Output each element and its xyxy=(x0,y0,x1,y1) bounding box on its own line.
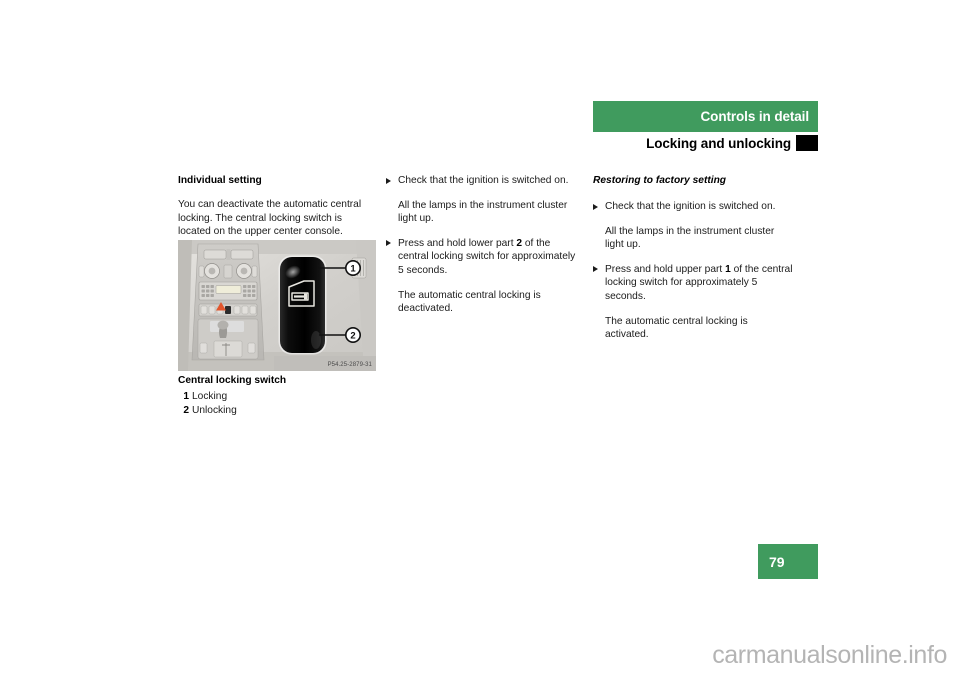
step-result: All the lamps in the instrument cluster … xyxy=(398,199,568,225)
figure-image-code: P54.25-2879-31 xyxy=(327,362,372,368)
right-column-heading: Restoring to factory setting xyxy=(593,175,727,186)
column-left: Individual setting You can deactivate th… xyxy=(178,174,376,239)
figure-caption: Central locking switch xyxy=(178,375,287,386)
bullet-arrow-icon xyxy=(593,203,598,210)
step-text: Check that the ignition is switched on. xyxy=(398,175,569,186)
central-locking-switch-graphic xyxy=(278,255,327,355)
step-text-before: Press and hold lower part xyxy=(398,237,517,249)
chapter-title-bar: Controls in detail xyxy=(593,101,818,132)
step-result: The automatic central locking is deactiv… xyxy=(398,289,541,315)
instruction-step: Check that the ignition is switched on. xyxy=(593,200,793,214)
column-middle: Check that the ignition is switched on. … xyxy=(386,174,582,316)
column-right: Restoring to factory setting Check that … xyxy=(593,174,793,342)
site-watermark: carmanualsonline.info xyxy=(712,641,947,669)
legend-item: 2 Unlocking xyxy=(178,404,376,418)
legend-label: Unlocking xyxy=(192,405,237,416)
step-result: All the lamps in the instrument cluster … xyxy=(605,225,775,251)
chapter-title: Controls in detail xyxy=(700,108,810,124)
instruction-step: Check that the ignition is switched on. xyxy=(386,174,582,188)
bullet-arrow-icon xyxy=(593,266,598,273)
instruction-step: Press and hold lower part 2 of the centr… xyxy=(386,237,582,278)
page-number: 79 xyxy=(769,553,785,570)
page-number-box: 79 xyxy=(758,544,818,579)
section-thumb-tab xyxy=(796,135,818,151)
legend-number: 1 xyxy=(183,391,189,402)
central-locking-switch-figure: 1 2 P54.25-2879-31 xyxy=(178,240,376,371)
section-title: Locking and unlocking xyxy=(646,135,791,151)
legend-number: 2 xyxy=(183,405,189,416)
step-result: The automatic central locking is activat… xyxy=(605,315,748,341)
bullet-arrow-icon xyxy=(386,177,391,184)
left-column-paragraph: You can deactivate the automatic central… xyxy=(178,199,362,238)
step-text-before: Press and hold upper part xyxy=(605,263,726,275)
bullet-arrow-icon xyxy=(386,240,391,247)
page-header: Controls in detail Locking and unlocking xyxy=(593,101,818,152)
svg-text:1: 1 xyxy=(350,263,356,274)
left-column-heading: Individual setting xyxy=(178,175,262,186)
legend-item: 1 Locking xyxy=(178,390,376,404)
step-text: Check that the ignition is switched on. xyxy=(605,201,776,212)
figure-legend: 1 Locking 2 Unlocking xyxy=(178,390,376,418)
center-console-illustration: 1 2 xyxy=(178,240,376,371)
section-title-row: Locking and unlocking xyxy=(593,135,818,152)
legend-label: Locking xyxy=(192,391,228,402)
svg-text:2: 2 xyxy=(350,330,355,341)
instruction-step: Press and hold upper part 1 of the centr… xyxy=(593,263,793,304)
